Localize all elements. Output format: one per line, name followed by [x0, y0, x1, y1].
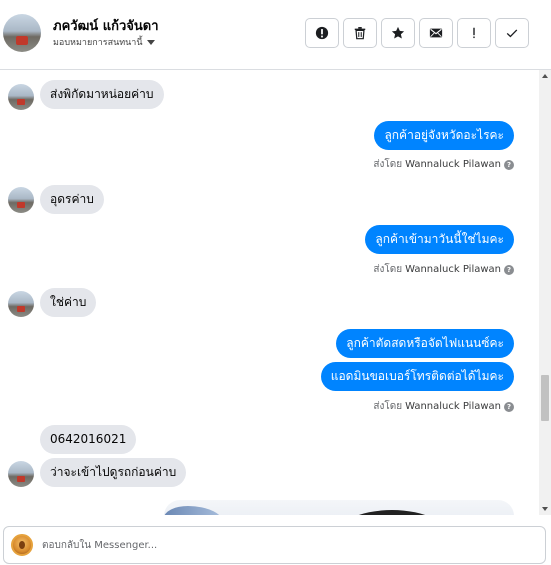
mark-spam-button[interactable] [305, 18, 339, 48]
page-avatar [11, 534, 33, 556]
sent-by-prefix: ส่งโดย [373, 264, 403, 275]
message-bubble-outgoing[interactable]: ลูกค้าอยู่จังหวัดอะไรคะ [374, 121, 514, 150]
sent-by-name[interactable]: Wannaluck Pilawan [405, 159, 501, 170]
follow-up-button[interactable] [457, 18, 491, 48]
help-icon[interactable]: ? [504, 159, 514, 170]
sent-by-name[interactable]: Wannaluck Pilawan [405, 401, 501, 412]
message-thread[interactable]: ส่งพิกัดมาหน่อยค่าบ ลูกค้าอยู่จังหวัดอะไ… [0, 70, 539, 515]
sent-by-prefix: ส่งโดย [373, 401, 403, 412]
message-bubble-outgoing[interactable]: ลูกค้าเข้ามาวันนี้ใช่ไมคะ [365, 225, 514, 254]
scroll-down-arrow-icon[interactable] [542, 507, 548, 511]
scroll-up-arrow-icon[interactable] [542, 74, 548, 78]
sent-by-line: ส่งโดย Wannaluck Pilawan ? [373, 399, 514, 414]
message-bubble-outgoing[interactable]: ลูกค้าตัดสดหรือจัดไฟแนนซ์คะ [336, 329, 514, 358]
mark-unread-button[interactable] [419, 18, 453, 48]
exclamation-icon [473, 27, 475, 39]
image-attachment-detail [332, 510, 452, 515]
conversation-toolbar [305, 18, 529, 48]
reply-composer [3, 526, 546, 564]
sent-by-line: ส่งโดย Wannaluck Pilawan ? [373, 157, 514, 172]
contact-name[interactable]: ภควัฒน์ แก้วจันดา [53, 15, 159, 36]
assign-conversation-label: มอบหมายการสนทนานี้ [53, 38, 143, 48]
conversation-header: ภควัฒน์ แก้วจันดา มอบหมายการสนทนานี้ [0, 0, 551, 70]
image-attachment[interactable] [164, 500, 514, 515]
sent-by-name[interactable]: Wannaluck Pilawan [405, 264, 501, 275]
caret-down-icon [146, 40, 155, 45]
image-attachment-detail [164, 506, 224, 515]
envelope-icon [429, 28, 443, 38]
scrollbar-thumb[interactable] [541, 375, 549, 421]
help-icon[interactable]: ? [504, 401, 514, 412]
thread-scrollbar[interactable] [539, 70, 551, 515]
reply-input[interactable] [42, 536, 522, 554]
trash-icon [354, 27, 366, 40]
sent-by-prefix: ส่งโดย [373, 159, 403, 170]
star-icon [391, 26, 405, 39]
mark-done-button[interactable] [495, 18, 529, 48]
contact-avatar[interactable] [8, 291, 34, 317]
message-bubble-incoming[interactable]: อุดรค่าบ [40, 185, 104, 214]
star-button[interactable] [381, 18, 415, 48]
contact-avatar[interactable] [8, 461, 34, 487]
contact-avatar[interactable] [8, 187, 34, 213]
message-bubble-incoming[interactable]: ใช่ค่าบ [40, 288, 97, 317]
contact-avatar[interactable] [8, 84, 34, 110]
assign-conversation-dropdown[interactable]: มอบหมายการสนทนานี้ [53, 35, 155, 49]
message-bubble-incoming[interactable]: ว่าจะเข้าไปดูรถก่อนค่าบ [40, 458, 187, 487]
check-icon [506, 29, 518, 38]
message-bubble-incoming[interactable]: 0642016021 [40, 425, 137, 454]
delete-button[interactable] [343, 18, 377, 48]
help-icon[interactable]: ? [504, 264, 514, 275]
sent-by-line: ส่งโดย Wannaluck Pilawan ? [373, 262, 514, 277]
contact-avatar[interactable] [3, 14, 41, 52]
alert-circle-icon [315, 26, 329, 40]
message-bubble-incoming[interactable]: ส่งพิกัดมาหน่อยค่าบ [40, 80, 164, 109]
message-bubble-outgoing[interactable]: แอดมินขอเบอร์โทรติดต่อได้ไมคะ [320, 362, 514, 391]
